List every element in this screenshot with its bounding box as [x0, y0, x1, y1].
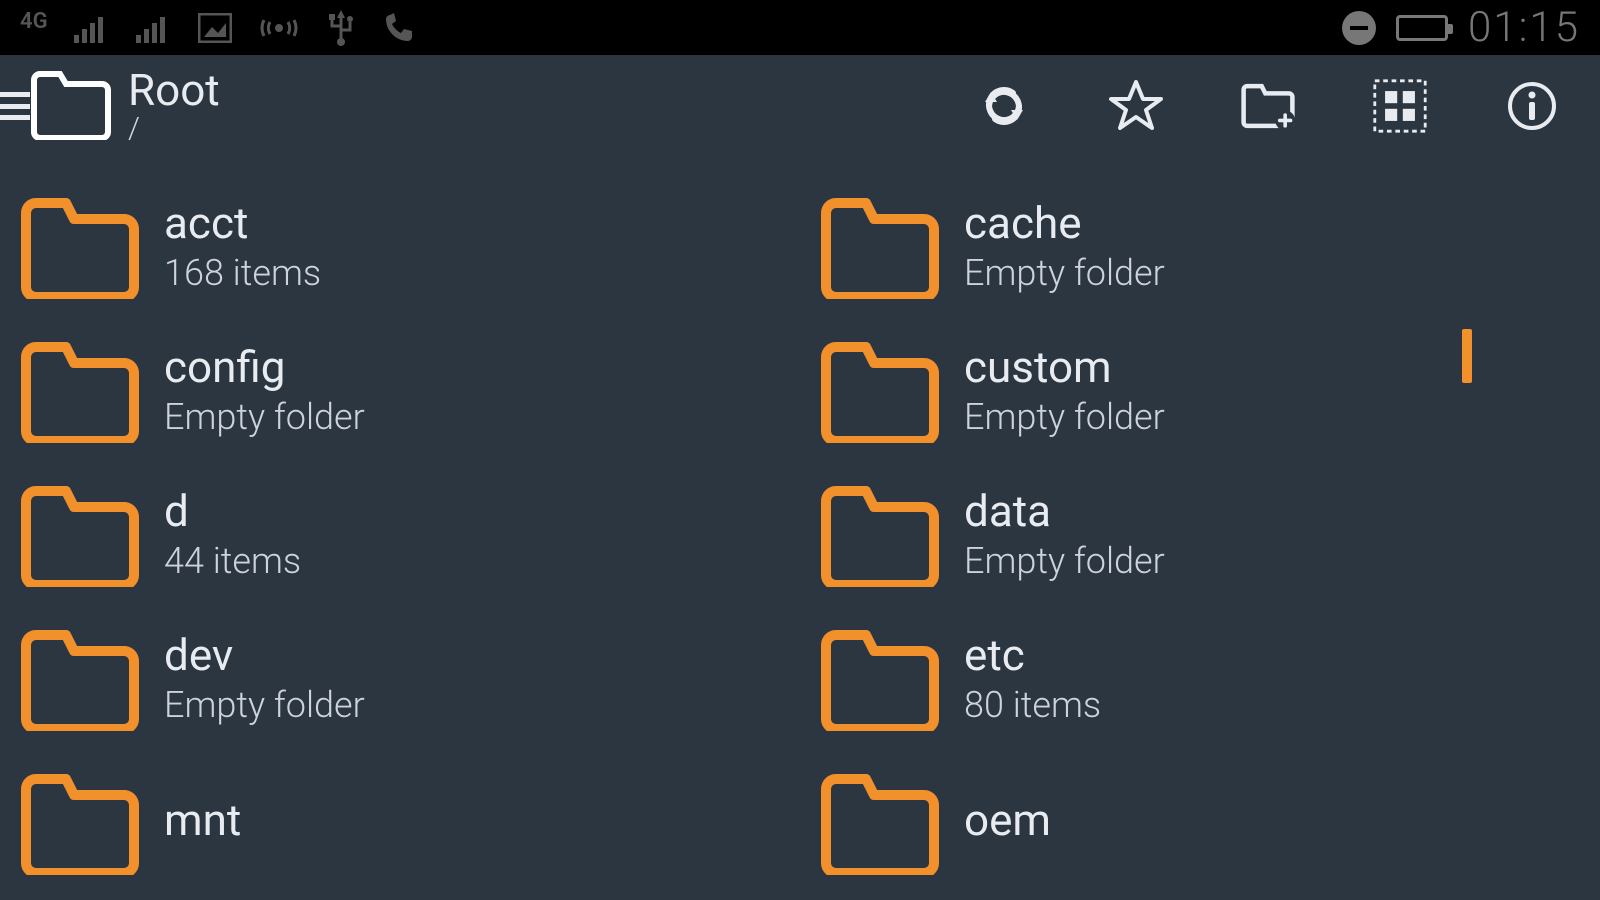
- folder-item-d[interactable]: d 44 items: [0, 463, 800, 607]
- favorite-button[interactable]: [1108, 78, 1164, 134]
- phone-icon: [382, 11, 416, 45]
- refresh-icon: [977, 79, 1031, 133]
- info-icon: [1506, 80, 1558, 132]
- folder-item-oem[interactable]: oem: [800, 751, 1600, 895]
- folder-subtitle: Empty folder: [964, 252, 1165, 294]
- signal-bars-1-icon: [74, 13, 110, 43]
- folder-icon: [20, 627, 140, 731]
- folder-subtitle: Empty folder: [964, 540, 1165, 582]
- folder-icon: [820, 339, 940, 443]
- new-folder-icon: [1240, 80, 1296, 132]
- location-path: /: [128, 114, 220, 144]
- select-button[interactable]: [1372, 78, 1428, 134]
- do-not-disturb-icon: [1342, 11, 1376, 45]
- status-left: 4G: [20, 10, 416, 46]
- signal-bars-2-icon: [136, 13, 172, 43]
- battery-icon: [1396, 15, 1448, 41]
- folder-icon: [20, 483, 140, 587]
- folder-item-cache[interactable]: cache Empty folder: [800, 175, 1600, 319]
- menu-button[interactable]: [0, 68, 112, 144]
- folder-icon: [20, 339, 140, 443]
- action-bar: [976, 78, 1600, 134]
- folder-name: dev: [164, 632, 365, 678]
- folder-item-config[interactable]: config Empty folder: [0, 319, 800, 463]
- app-bar: Root /: [0, 55, 1600, 157]
- folder-subtitle: Empty folder: [164, 684, 365, 726]
- folder-root-icon: [30, 68, 112, 144]
- folder-subtitle: Empty folder: [164, 396, 365, 438]
- folder-name: acct: [164, 200, 321, 246]
- file-list: acct 168 items cache Empty folder config Empt…: [0, 157, 1600, 900]
- folder-subtitle: 44 items: [164, 540, 301, 582]
- hotspot-icon: [258, 12, 300, 44]
- folder-subtitle: Empty folder: [964, 396, 1165, 438]
- folder-icon: [820, 627, 940, 731]
- folder-icon: [820, 771, 940, 875]
- network-type-label: 4G: [20, 11, 48, 33]
- folder-subtitle: 80 items: [964, 684, 1101, 726]
- folder-name: data: [964, 488, 1165, 534]
- hamburger-icon: [0, 92, 30, 120]
- scrollbar-thumb[interactable]: [1462, 329, 1472, 383]
- folder-item-custom[interactable]: custom Empty folder: [800, 319, 1600, 463]
- folder-item-dev[interactable]: dev Empty folder: [0, 607, 800, 751]
- folder-name: cache: [964, 200, 1165, 246]
- folder-item-etc[interactable]: etc 80 items: [800, 607, 1600, 751]
- usb-icon: [326, 10, 356, 46]
- folder-name: oem: [964, 797, 1051, 843]
- folder-icon: [20, 195, 140, 299]
- status-clock: 01:15: [1468, 3, 1580, 52]
- location-title: Root: [128, 68, 220, 112]
- folder-name: etc: [964, 632, 1101, 678]
- status-bar: 4G 01:15: [0, 0, 1600, 55]
- new-folder-button[interactable]: [1240, 78, 1296, 134]
- folder-icon: [20, 771, 140, 875]
- folder-name: custom: [964, 344, 1165, 390]
- folder-icon: [820, 195, 940, 299]
- picture-icon: [198, 13, 232, 43]
- folder-item-data[interactable]: data Empty folder: [800, 463, 1600, 607]
- folder-name: config: [164, 344, 365, 390]
- folder-name: d: [164, 488, 301, 534]
- refresh-button[interactable]: [976, 78, 1032, 134]
- status-right: 01:15: [1342, 3, 1580, 52]
- folder-item-mnt[interactable]: mnt: [0, 751, 800, 895]
- select-grid-icon: [1372, 76, 1428, 136]
- star-icon: [1108, 78, 1164, 134]
- location-header: Root /: [128, 68, 220, 144]
- folder-icon: [820, 483, 940, 587]
- folder-name: mnt: [164, 797, 241, 843]
- info-button[interactable]: [1504, 78, 1560, 134]
- folder-item-acct[interactable]: acct 168 items: [0, 175, 800, 319]
- folder-subtitle: 168 items: [164, 252, 321, 294]
